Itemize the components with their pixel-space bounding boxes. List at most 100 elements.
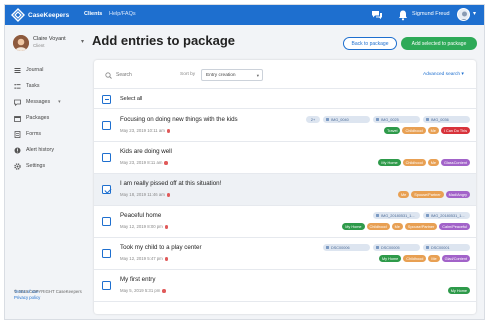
sidebar-item-packages[interactable]: Packages [5,110,91,126]
add-selected-button[interactable]: Add selected to package [401,37,477,50]
advanced-search-label: Advanced search [423,72,461,77]
select-all-checkbox[interactable] [102,95,111,104]
attachment-label: IMG_20180531_1... [431,213,465,218]
tasks-icon [14,83,21,89]
image-icon [376,118,379,121]
tag-badge: Me [428,255,440,262]
entry-checkbox[interactable] [102,217,111,226]
private-lock-icon [164,225,169,229]
attachment-chip[interactable]: DSC00001 [423,244,470,251]
search-input[interactable] [116,69,176,80]
tag-badge: My Home [378,255,402,262]
sort-select[interactable]: Entry creation ▾ [201,69,263,81]
sidebar-item-tasks[interactable]: Tasks [5,78,91,94]
attachment-chip[interactable]: IMG_0036 [423,116,470,123]
messages-icon [14,99,21,106]
chat-icon[interactable] [371,9,383,21]
entry-title[interactable]: Kids are doing well [120,148,172,155]
entry-title[interactable]: Peaceful home [120,212,161,219]
sidebar-item-label: Journal [26,67,44,73]
tag-badge: My Home [447,287,470,294]
entry-title[interactable]: Focusing on doing new things with the ki… [120,116,238,123]
nav-help-faqs[interactable]: Help/FAQs [109,11,136,17]
more-attachments-chip[interactable]: 2+ [306,116,320,123]
entry-title[interactable]: My first entry [120,276,155,283]
nav-clients[interactable]: Clients [84,11,102,17]
entry-row[interactable]: My first entry May 5, 2019 5:31 pm My Home [94,270,476,302]
image-icon [426,246,429,249]
entry-date: May 18, 2019 11:46 am [120,192,171,197]
entry-checkbox[interactable] [102,281,111,290]
image-icon [376,214,379,217]
sort-by-label: Sort by [180,72,196,77]
tag-badge: Travel [384,127,401,134]
sidebar-item-label: Messages [26,99,51,105]
entry-checkbox[interactable] [102,185,111,194]
attachment-label: 2+ [310,117,316,122]
entry-row[interactable]: Focusing on doing new things with the ki… [94,110,476,142]
sort-select-value: Entry creation [206,73,236,78]
search-icon [105,72,112,79]
sidebar-item-label: Alert history [26,147,54,153]
entry-title[interactable]: I am really pissed off at this situation… [120,180,221,187]
brand-logo[interactable]: CaseKeepers [11,8,69,22]
tag-badge: I Can Do This [440,127,470,134]
minus-icon [104,99,109,101]
tag-badge: My Home [378,159,401,166]
brand-name: CaseKeepers [28,11,70,19]
tag-list: My Home Childhood Me GlassContent [378,159,470,166]
tag-badge: Calm/Peaceful [439,223,470,230]
chevron-down-icon: ▾ [58,99,61,105]
entry-row[interactable]: Kids are doing well May 23, 2019 8:11 am M… [94,142,476,174]
entry-row[interactable]: I am really pissed off at this situation… [94,174,476,206]
copyright-text: © 2019 COPYRIGHT CaseKeepers [14,289,82,294]
tag-list: My Home [447,287,470,294]
client-name[interactable]: Claire Voyant [33,36,66,42]
top-navbar: CaseKeepers Clients Help/FAQs Sigmund Fr… [5,5,484,25]
chevron-down-icon[interactable]: ▾ [81,38,84,45]
entry-date-text: May 12, 2019 8:00 pm [120,224,163,229]
user-avatar[interactable] [457,8,470,21]
entry-checkbox[interactable] [102,121,111,130]
chevron-down-icon: ▾ [256,73,259,78]
tag-badge: Me [427,127,439,134]
attachment-chip[interactable]: IMG_20180531_1... [423,212,470,219]
entry-date: May 12, 2019 8:00 pm [120,224,169,229]
user-name[interactable]: Sigmund Freud [412,11,450,17]
attachment-chip[interactable]: DSC00005 [373,244,420,251]
chevron-down-icon[interactable]: ▾ [473,10,476,17]
attachment-chip[interactable]: IMG_0025 [373,116,420,123]
privacy-link[interactable]: Privacy policy [14,295,40,301]
entry-date: May 23, 2019 8:11 am [120,160,168,165]
entry-date: May 23, 2019 10:11 am [120,128,171,133]
entry-row[interactable]: Took my child to a play center May 12, 20… [94,238,476,270]
tag-badge: Glad/Content [441,255,470,262]
sidebar-item-label: Packages [26,115,50,121]
entry-checkbox[interactable] [102,249,111,258]
tag-badge: Childhood [402,159,426,166]
entry-date-text: May 23, 2019 10:11 am [120,128,165,133]
image-icon [326,118,329,121]
sidebar-item-messages[interactable]: Messages ▾ [5,94,91,110]
back-to-package-button[interactable]: Back to package [343,37,397,50]
tag-list: Travel Childhood Me I Can Do This [384,127,470,134]
attachment-chip[interactable]: DSC00006 [323,244,370,251]
entry-title[interactable]: Took my child to a play center [120,244,202,251]
client-photo-icon [13,35,29,51]
tag-badge: Spouse/Partner [404,223,438,230]
advanced-search-link[interactable]: Advanced search ▾ [423,72,464,77]
sidebar-item-alert-history[interactable]: Alert history [5,142,91,158]
entry-date-text: May 23, 2019 8:11 am [120,160,163,165]
entry-checkbox[interactable] [102,153,111,162]
entry-row[interactable]: Peaceful home May 12, 2019 8:00 pm IMG_201… [94,206,476,238]
attachment-chip[interactable]: IMG_20180531_1... [373,212,420,219]
private-lock-icon [164,161,168,165]
entries-panel: Sort by Entry creation ▾ Advanced search… [94,60,476,314]
bell-icon[interactable] [397,9,409,21]
sidebar-item-settings[interactable]: Settings [5,158,91,174]
sidebar-item-forms[interactable]: Forms [5,126,91,142]
sidebar-item-journal[interactable]: Journal [5,62,91,78]
client-avatar[interactable] [13,35,29,51]
settings-icon [14,162,21,170]
attachment-chip[interactable]: IMG_0040 [323,116,370,123]
